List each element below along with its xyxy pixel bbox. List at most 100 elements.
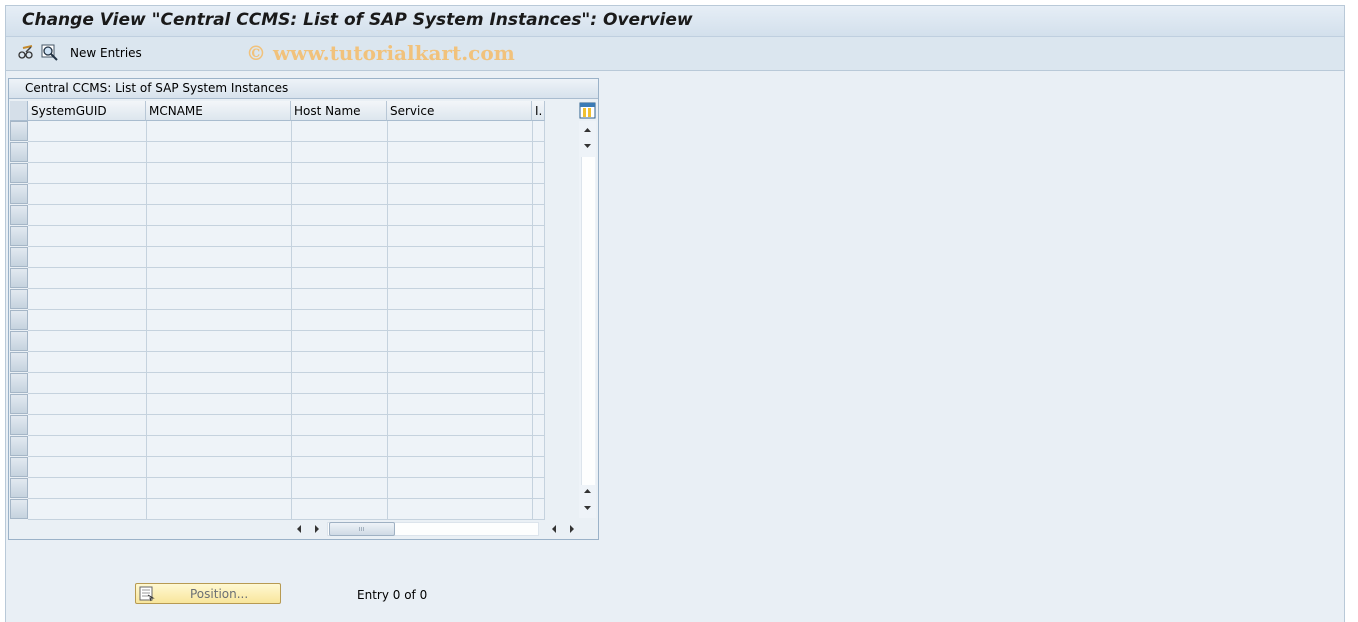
table-cell[interactable] [388,394,533,415]
table-cell[interactable] [28,163,147,184]
table-cell[interactable] [533,352,545,373]
table-cell[interactable] [292,184,388,205]
table-cell[interactable] [28,436,147,457]
table-cell[interactable] [292,268,388,289]
table-cell[interactable] [147,436,292,457]
table-cell[interactable] [292,373,388,394]
table-cell[interactable] [292,352,388,373]
horizontal-scroll-thumb[interactable] [329,522,395,536]
table-cell[interactable] [147,373,292,394]
table-cell[interactable] [28,226,147,247]
table-cell[interactable] [388,499,533,520]
scroll-left-fixed-icon[interactable] [546,521,563,537]
table-cell[interactable] [28,352,147,373]
magnifier-details-icon[interactable] [41,44,59,62]
table-cell[interactable] [28,268,147,289]
scroll-down-top-icon[interactable] [579,138,596,154]
table-cell[interactable] [28,205,147,226]
row-selector[interactable] [10,205,28,225]
table-cell[interactable] [28,478,147,499]
table-cell[interactable] [292,121,388,142]
table-cell[interactable] [147,184,292,205]
table-cell[interactable] [28,499,147,520]
scroll-left-icon[interactable] [291,521,308,537]
table-cell[interactable] [147,310,292,331]
row-selector[interactable] [10,121,28,141]
table-cell[interactable] [533,499,545,520]
column-header-instance[interactable]: I. [532,101,545,121]
table-cell[interactable] [292,226,388,247]
column-header-mcname[interactable]: MCNAME [146,101,291,121]
table-cell[interactable] [292,289,388,310]
row-selector[interactable] [10,457,28,477]
row-selector[interactable] [10,289,28,309]
table-cell[interactable] [292,310,388,331]
table-cell[interactable] [147,394,292,415]
table-cell[interactable] [292,205,388,226]
table-cell[interactable] [388,226,533,247]
table-cell[interactable] [28,373,147,394]
scroll-up-bottom-icon[interactable] [579,483,596,499]
table-cell[interactable] [533,226,545,247]
row-selector[interactable] [10,163,28,183]
table-cell[interactable] [28,415,147,436]
table-cell[interactable] [28,457,147,478]
row-selector[interactable] [10,373,28,393]
table-cell[interactable] [147,205,292,226]
table-cell[interactable] [533,142,545,163]
glasses-edit-icon[interactable] [17,44,35,62]
table-cell[interactable] [292,415,388,436]
table-cell[interactable] [388,268,533,289]
scroll-down-bottom-icon[interactable] [579,500,596,516]
table-cell[interactable] [147,352,292,373]
column-header-host-name[interactable]: Host Name [291,101,387,121]
table-cell[interactable] [28,310,147,331]
table-cell[interactable] [147,289,292,310]
table-cell[interactable] [292,142,388,163]
table-cell[interactable] [147,499,292,520]
table-cell[interactable] [533,310,545,331]
table-cell[interactable] [292,499,388,520]
table-cell[interactable] [388,457,533,478]
table-cell[interactable] [147,121,292,142]
new-entries-button[interactable]: New Entries [70,46,142,60]
table-cell[interactable] [533,331,545,352]
table-cell[interactable] [533,394,545,415]
table-cell[interactable] [388,436,533,457]
select-all-corner[interactable] [10,101,28,121]
table-cell[interactable] [388,121,533,142]
table-cell[interactable] [292,478,388,499]
table-cell[interactable] [388,352,533,373]
table-cell[interactable] [533,436,545,457]
table-cell[interactable] [147,415,292,436]
table-cell[interactable] [388,142,533,163]
table-cell[interactable] [147,457,292,478]
table-cell[interactable] [28,184,147,205]
table-cell[interactable] [292,394,388,415]
table-cell[interactable] [388,163,533,184]
row-selector[interactable] [10,247,28,267]
table-cell[interactable] [147,226,292,247]
table-cell[interactable] [533,247,545,268]
table-cell[interactable] [147,478,292,499]
table-cell[interactable] [533,205,545,226]
table-cell[interactable] [292,436,388,457]
scroll-right-fixed-icon[interactable] [563,521,580,537]
position-button[interactable]: Position... [135,583,281,604]
table-settings-icon[interactable] [579,102,596,119]
table-cell[interactable] [388,373,533,394]
row-selector[interactable] [10,142,28,162]
table-cell[interactable] [147,163,292,184]
table-cell[interactable] [28,142,147,163]
table-cell[interactable] [533,373,545,394]
table-cell[interactable] [533,415,545,436]
table-cell[interactable] [147,247,292,268]
row-selector[interactable] [10,310,28,330]
table-cell[interactable] [388,478,533,499]
table-cell[interactable] [147,142,292,163]
table-cell[interactable] [292,331,388,352]
horizontal-scrollbar-fixed[interactable] [546,521,580,537]
table-cell[interactable] [388,289,533,310]
table-cell[interactable] [28,289,147,310]
table-cell[interactable] [292,247,388,268]
